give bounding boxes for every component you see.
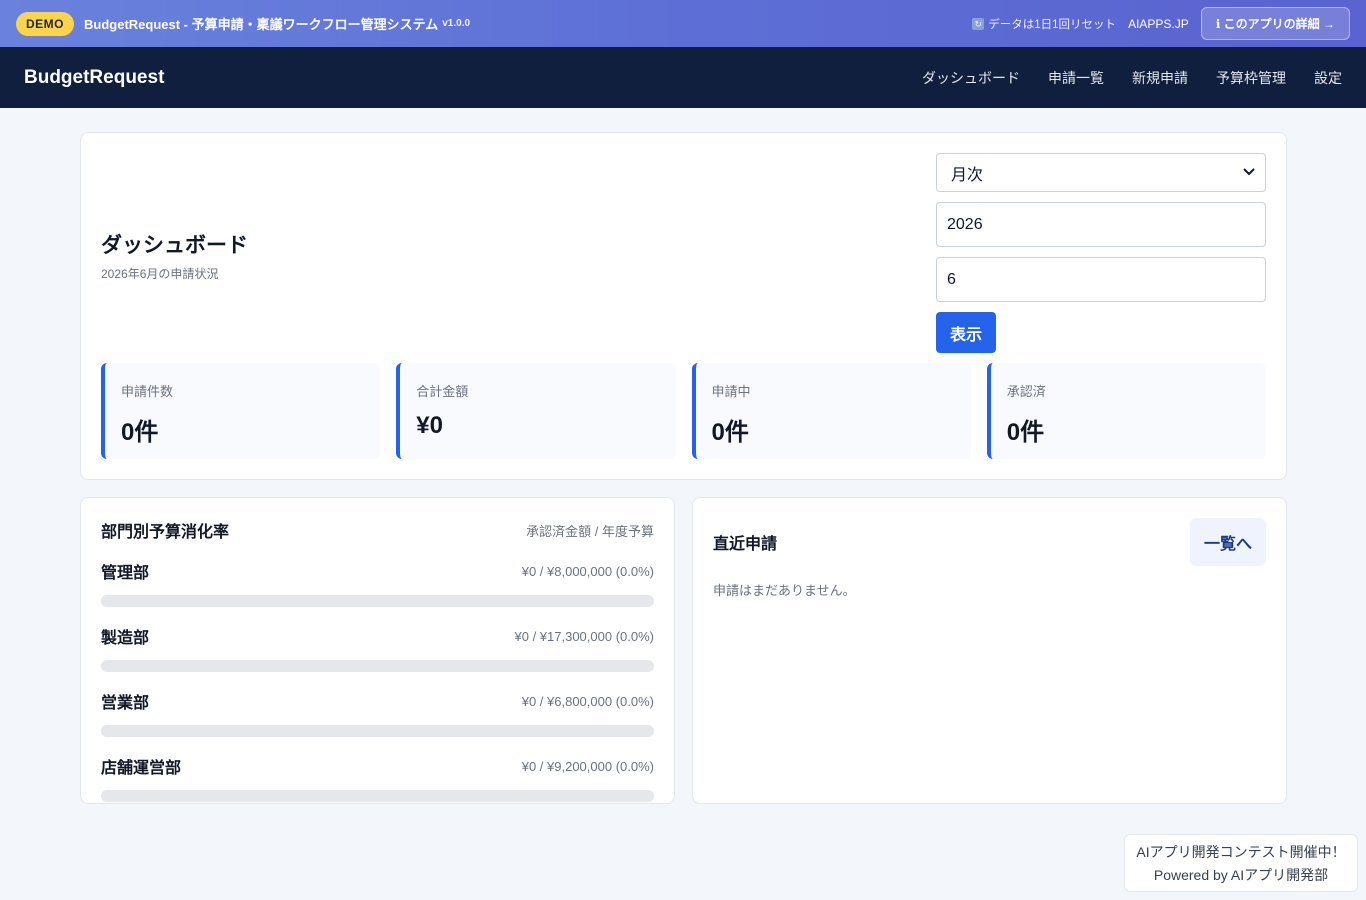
stat-label: 申請件数 [121,384,174,399]
stat-value: 0件 [711,419,749,446]
period-select-value: 月次 [951,166,984,184]
stat-card-approved: 承認済 0件 [986,363,1266,459]
progress-bar [101,790,654,802]
progress-bar [101,725,654,737]
page-subtitle: 2026年6月の申請状況 [101,267,219,281]
dept-name: 製造部 [101,630,150,647]
stats-row: 申請件数 0件 合計金額 ¥0 申請中 0件 承認済 0件 [101,363,1266,459]
refresh-icon: ↻ [972,17,985,30]
dept-name: 管理部 [101,565,150,582]
reset-note: ↻ データは1日1回リセット [972,16,1116,32]
budget-usage-header: 部門別予算消化率 承認済金額 / 年度予算 [101,518,654,542]
empty-message: 申請はまだありません。 [713,583,856,598]
main-content: ダッシュボード 2026年6月の申請状況 月次 2026 6 表示 申請件数 0… [80,132,1287,804]
dept-item: 管理部 ¥0 / ¥8,000,000 (0.0%) [101,559,654,607]
show-button[interactable]: 表示 [936,312,996,353]
demo-title: BudgetRequest - 予算申請・稟議ワークフロー管理システム [84,17,439,32]
promo-line-2: Powered by AIアプリ開発部 [1153,867,1329,883]
year-input[interactable]: 2026 [936,202,1266,247]
page-title: ダッシュボード [101,234,248,257]
nav-item-settings[interactable]: 設定 [1314,68,1342,88]
dept-item: 店舗運営部 ¥0 / ¥9,200,000 (0.0%) [101,754,654,802]
chevron-down-icon [1243,167,1255,179]
dept-item: 営業部 ¥0 / ¥6,800,000 (0.0%) [101,689,654,737]
nav-item-budget-management[interactable]: 予算枠管理 [1216,68,1286,88]
section-title: 直近申請 [713,536,778,553]
stat-label: 申請中 [711,384,751,399]
section-title: 部門別予算消化率 [101,524,230,541]
dept-item: 製造部 ¥0 / ¥17,300,000 (0.0%) [101,624,654,672]
nav-item-dashboard[interactable]: ダッシュボード [922,68,1020,88]
stat-label: 承認済 [1006,384,1046,399]
promo-line-1: AIアプリ開発コンテスト開催中！ [1136,844,1346,860]
dept-row: 営業部 ¥0 / ¥6,800,000 (0.0%) [101,689,654,713]
stat-value: ¥0 [416,412,443,439]
navbar: BudgetRequest ダッシュボード 申請一覧 新規申請 予算枠管理 設定 [0,47,1366,108]
progress-bar [101,595,654,607]
recent-header: 直近申請 一覧へ [713,518,1266,566]
dept-amount: ¥0 / ¥8,000,000 (0.0%) [521,563,654,579]
demo-right: ↻ データは1日1回リセット AIAPPS.JP ℹ このアプリの詳細 → [972,7,1350,40]
stat-value: 0件 [1006,419,1045,446]
recent-requests-card: 直近申請 一覧へ 申請はまだありません。 [692,497,1287,804]
budget-usage-card: 部門別予算消化率 承認済金額 / 年度予算 管理部 ¥0 / ¥8,000,00… [80,497,675,804]
period-filters: 月次 2026 6 表示 [936,153,1266,353]
demo-version: v1.0.0 [442,18,471,29]
dept-name: 営業部 [101,695,150,712]
progress-bar [101,660,654,672]
brand-logo[interactable]: BudgetRequest [24,67,164,89]
dept-amount: ¥0 / ¥17,300,000 (0.0%) [514,628,655,644]
month-input[interactable]: 6 [936,257,1266,302]
dept-amount: ¥0 / ¥9,200,000 (0.0%) [521,758,654,774]
dept-amount: ¥0 / ¥6,800,000 (0.0%) [521,693,654,709]
bottom-row: 部門別予算消化率 承認済金額 / 年度予算 管理部 ¥0 / ¥8,000,00… [80,497,1287,804]
nav-item-new-request[interactable]: 新規申請 [1132,68,1188,88]
stat-card-pending: 申請中 0件 [691,363,971,459]
main-nav: ダッシュボード 申請一覧 新規申請 予算枠管理 設定 [922,68,1342,88]
site-link[interactable]: AIAPPS.JP [1128,17,1189,31]
section-note: 承認済金額 / 年度予算 [526,523,654,539]
dept-name: 店舗運営部 [101,760,182,777]
stat-value: 0件 [121,419,159,446]
view-list-button[interactable]: 一覧へ [1189,518,1266,566]
dept-row: 店舗運営部 ¥0 / ¥9,200,000 (0.0%) [101,754,654,778]
promo-banner[interactable]: AIアプリ開発コンテスト開催中！ Powered by AIアプリ開発部 [1124,834,1358,892]
demo-bar: DEMO BudgetRequest - 予算申請・稟議ワークフロー管理システム… [0,0,1366,47]
stat-card-total-amount: 合計金額 ¥0 [396,363,676,459]
dashboard-header: ダッシュボード 2026年6月の申請状況 [101,229,248,282]
stat-card-request-count: 申請件数 0件 [101,363,381,459]
dept-row: 管理部 ¥0 / ¥8,000,000 (0.0%) [101,559,654,583]
period-select[interactable]: 月次 [936,153,1266,192]
dept-row: 製造部 ¥0 / ¥17,300,000 (0.0%) [101,624,654,648]
dashboard-summary-card: ダッシュボード 2026年6月の申請状況 月次 2026 6 表示 申請件数 0… [80,132,1287,480]
app-details-button[interactable]: ℹ このアプリの詳細 → [1200,7,1350,40]
nav-item-request-list[interactable]: 申請一覧 [1048,68,1104,88]
demo-badge: DEMO [16,11,74,36]
reset-note-text: データは1日1回リセット [988,18,1117,31]
stat-label: 合計金額 [416,384,469,399]
